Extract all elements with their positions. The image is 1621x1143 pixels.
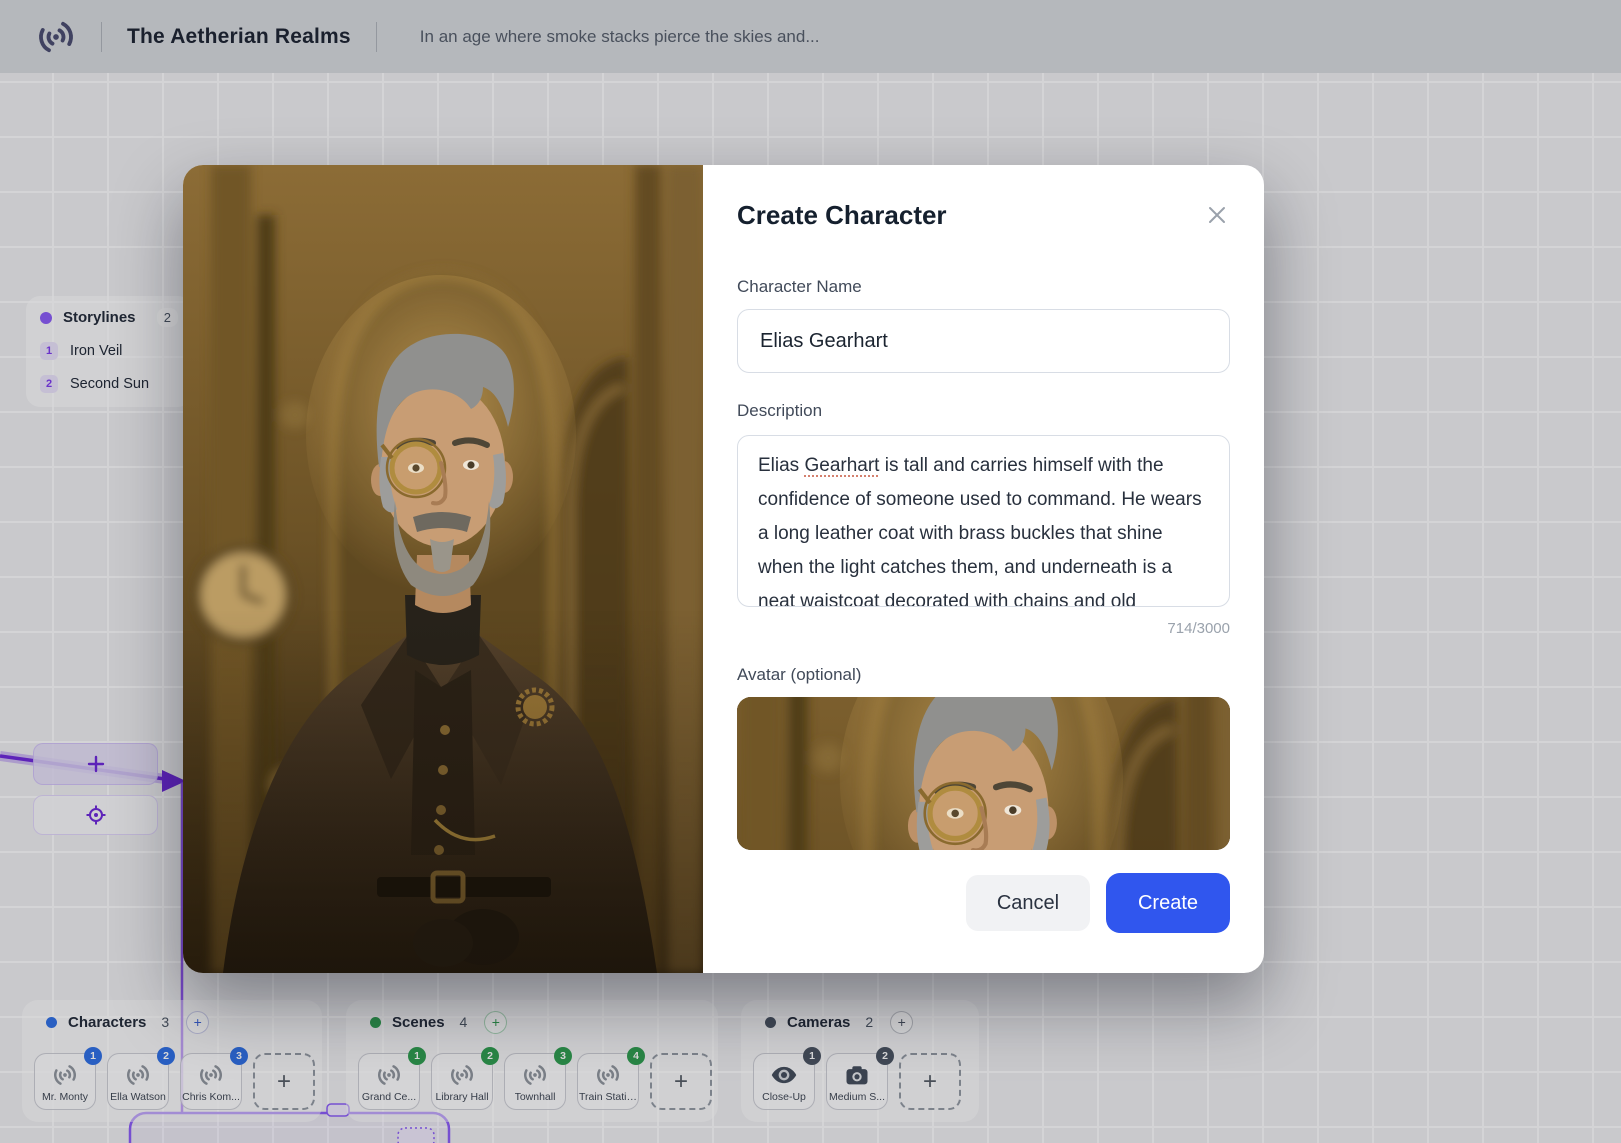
cancel-button[interactable]: Cancel xyxy=(966,875,1090,931)
character-counter: 714/3000 xyxy=(737,620,1230,637)
avatar-label: Avatar (optional) xyxy=(737,665,1230,685)
description-misspelled-word: Gearhart xyxy=(804,455,879,476)
character-name-input[interactable] xyxy=(737,309,1230,373)
character-name-label: Character Name xyxy=(737,277,1230,297)
description-text: Elias xyxy=(758,455,804,476)
avatar-preview[interactable] xyxy=(737,697,1230,850)
description-label: Description xyxy=(737,401,1230,421)
description-textarea[interactable]: Elias Gearhart is tall and carries himse… xyxy=(737,435,1230,607)
description-text: is tall and carries himself with the con… xyxy=(758,455,1202,607)
create-button[interactable]: Create xyxy=(1106,873,1230,933)
modal-form-pane: Create Character Character Name Descript… xyxy=(703,165,1264,973)
create-character-modal: Create Character Character Name Descript… xyxy=(183,165,1264,973)
close-icon xyxy=(1208,206,1226,224)
modal-title: Create Character xyxy=(737,197,947,233)
close-button[interactable] xyxy=(1204,202,1230,228)
character-portrait-image xyxy=(183,165,703,973)
